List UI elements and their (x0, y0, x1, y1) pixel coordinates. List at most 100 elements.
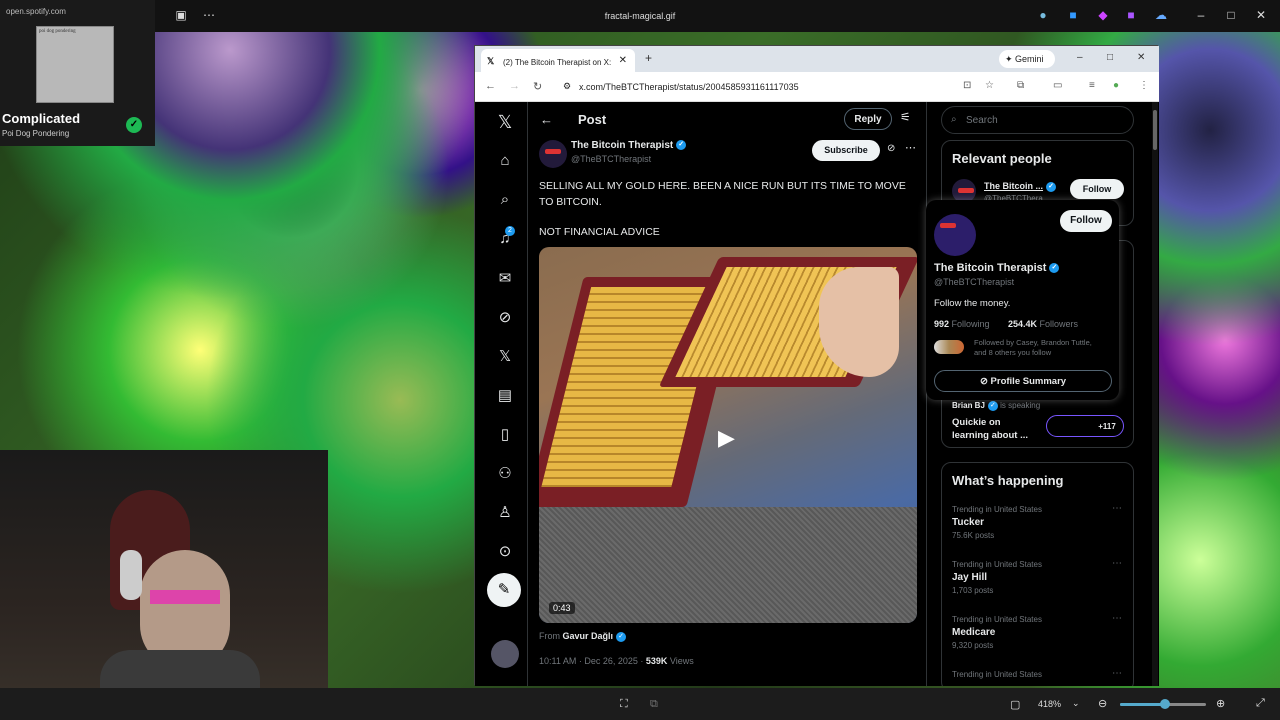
saved-check-icon[interactable]: ✓ (126, 117, 142, 133)
hovercard-name-row[interactable]: The Bitcoin Therapist ✓ (934, 262, 1060, 274)
trend-more-icon[interactable]: ⋯ (1112, 558, 1122, 569)
trend-item[interactable]: Trending in United States Medicare 9,320… (952, 615, 1042, 650)
profile-avatar[interactable]: ● (1113, 80, 1119, 91)
communities-icon[interactable]: ⚇ (495, 464, 515, 484)
more-icon[interactable]: ⊙ (495, 542, 515, 562)
address-bar[interactable]: ⚙ x.com/TheBTCTherapist/status/200458593… (555, 76, 915, 98)
post-more-icon[interactable]: ⋯ (905, 141, 916, 154)
media-icon[interactable]: ≡ (1089, 80, 1095, 91)
tab-bar: 𝕏 (2) The Bitcoin Therapist on X: ✕ + ✦ … (475, 46, 1159, 72)
followed-by-text[interactable]: Followed by Casey, Brandon Tuttle, and 8… (974, 338, 1104, 358)
video-duration: 0:43 (549, 602, 575, 614)
hovercard-follow-button[interactable]: Follow (1060, 210, 1112, 232)
zoom-in-icon[interactable]: ⊕ (1216, 697, 1225, 710)
tab-active[interactable]: 𝕏 (2) The Bitcoin Therapist on X: ✕ (481, 49, 635, 72)
app-icon[interactable]: ◆ (1096, 8, 1110, 22)
premium-x-icon[interactable]: 𝕏 (495, 347, 515, 367)
fullscreen-icon[interactable]: ⤢ (1256, 697, 1265, 710)
author-name-row[interactable]: The Bitcoin Therapist ✓ (571, 140, 687, 151)
trend-item[interactable]: Trending in United States Tucker 75.6K p… (952, 505, 1042, 540)
app-icon[interactable]: ■ (1124, 8, 1138, 22)
close-icon[interactable]: ✕ (1137, 52, 1145, 63)
url-text: x.com/TheBTCTherapist/status/20045859311… (579, 82, 799, 92)
menu-icon[interactable]: ⋮ (1139, 80, 1149, 91)
trend-more-icon[interactable]: ⋯ (1112, 613, 1122, 624)
trend-item[interactable]: Trending in United States (952, 670, 1042, 679)
author-avatar[interactable] (539, 140, 567, 168)
grok-icon[interactable]: ⊘ (887, 143, 895, 154)
trend-item[interactable]: Trending in United States Jay Hill 1,703… (952, 560, 1042, 595)
search-input[interactable]: ⌕ Search (941, 106, 1134, 134)
play-icon[interactable]: ▶ (718, 425, 735, 451)
bookmark-star-icon[interactable]: ☆ (985, 80, 994, 91)
minimize-icon[interactable]: – (1194, 8, 1208, 22)
trend-more-icon[interactable]: ⋯ (1112, 668, 1122, 679)
close-tab-icon[interactable]: ✕ (619, 55, 627, 66)
profile-icon[interactable]: ♙ (495, 503, 515, 523)
reply-button[interactable]: Reply (844, 108, 892, 130)
zoom-out-icon[interactable]: ⊖ (1098, 697, 1107, 710)
home-icon[interactable]: ⌂ (495, 152, 515, 172)
search-placeholder: Search (966, 115, 998, 126)
trend-more-icon[interactable]: ⋯ (1112, 503, 1122, 514)
source-attribution[interactable]: From Gavur Dağlı ✓ (539, 631, 627, 642)
crop-icon[interactable]: ⧉ (650, 698, 658, 711)
spotify-url: open.spotify.com (6, 7, 66, 16)
zoom-level[interactable]: 418% (1038, 699, 1061, 709)
reload-icon[interactable]: ↻ (533, 80, 542, 93)
split-view-icon[interactable]: ▭ (1053, 80, 1062, 91)
close-icon[interactable]: ✕ (1254, 8, 1268, 22)
followers-stat[interactable]: 254.4K Followers (1008, 319, 1078, 329)
zoom-slider-thumb[interactable] (1160, 699, 1170, 709)
app-icon[interactable]: ■ (1066, 8, 1080, 22)
space-title[interactable]: Quickie on learning about ... (952, 416, 1037, 442)
minimize-icon[interactable]: – (1077, 52, 1083, 63)
fit-icon[interactable]: ⛶ (620, 698, 628, 711)
settings-sliders-icon[interactable]: ⚟ (900, 110, 911, 124)
page-scrollbar[interactable] (1152, 102, 1158, 686)
more-icon[interactable]: ⋯ (202, 8, 216, 22)
compose-post-button[interactable]: ✎ (487, 573, 521, 607)
hovercard-handle[interactable]: @TheBTCTherapist (934, 277, 1014, 287)
lists-icon[interactable]: ▤ (495, 386, 515, 406)
zoom-dropdown-icon[interactable]: ⌄ (1072, 698, 1080, 709)
x-home-logo-icon[interactable]: 𝕏 (495, 112, 515, 132)
scroll-thumb[interactable] (1153, 110, 1157, 150)
hovercard-avatar[interactable] (934, 214, 976, 256)
person-name-row[interactable]: The Bitcoin ... ✓ (984, 181, 1057, 192)
post-meta: 10:11 AM · Dec 26, 2025 · 539K Views (539, 656, 694, 666)
verified-icon: ✓ (1046, 181, 1057, 192)
back-arrow-icon[interactable]: ← (540, 112, 553, 127)
maximize-icon[interactable]: □ (1107, 52, 1113, 63)
new-tab-icon[interactable]: + (645, 51, 652, 65)
views-label: Views (667, 656, 694, 666)
search-icon[interactable]: ⌕ (495, 191, 515, 211)
account-avatar[interactable] (491, 640, 519, 668)
author-handle[interactable]: @TheBTCTherapist (571, 154, 651, 164)
extensions-icon[interactable]: ⧉ (1017, 80, 1024, 91)
trend-posts: 9,320 posts (952, 641, 994, 650)
following-stat[interactable]: 992 Following (934, 319, 990, 329)
profile-summary-button[interactable]: ⊘ Profile Summary (934, 370, 1112, 392)
post-video[interactable]: ▶ 0:43 (539, 247, 917, 623)
grok-icon[interactable]: ⊘ (495, 308, 515, 328)
space-listeners[interactable]: +117 (1046, 415, 1124, 437)
follow-button[interactable]: Follow (1070, 179, 1124, 199)
maximize-icon[interactable]: □ (1224, 8, 1238, 22)
forward-icon[interactable]: → (509, 80, 520, 92)
bookmarks-icon[interactable]: ▯ (495, 425, 515, 445)
subscribe-button[interactable]: Subscribe (812, 140, 880, 161)
x-logo-icon: 𝕏 (487, 56, 495, 66)
app-icon[interactable]: ● (1036, 8, 1050, 22)
followers-avatars (934, 340, 964, 354)
slideshow-icon[interactable]: ▣ (174, 8, 188, 22)
post-time: 10:11 AM · Dec 26, 2025 · (539, 656, 646, 666)
zoom-slider[interactable] (1120, 699, 1206, 709)
cloud-icon[interactable]: ☁ (1154, 8, 1168, 22)
install-icon[interactable]: ⊡ (963, 80, 971, 91)
gemini-button[interactable]: ✦ Gemini (999, 50, 1055, 68)
back-icon[interactable]: ← (485, 80, 496, 92)
aspect-icon[interactable]: ▢ (1010, 698, 1020, 711)
site-info-icon[interactable]: ⚙ (563, 81, 571, 92)
messages-icon[interactable]: ✉ (495, 269, 515, 289)
